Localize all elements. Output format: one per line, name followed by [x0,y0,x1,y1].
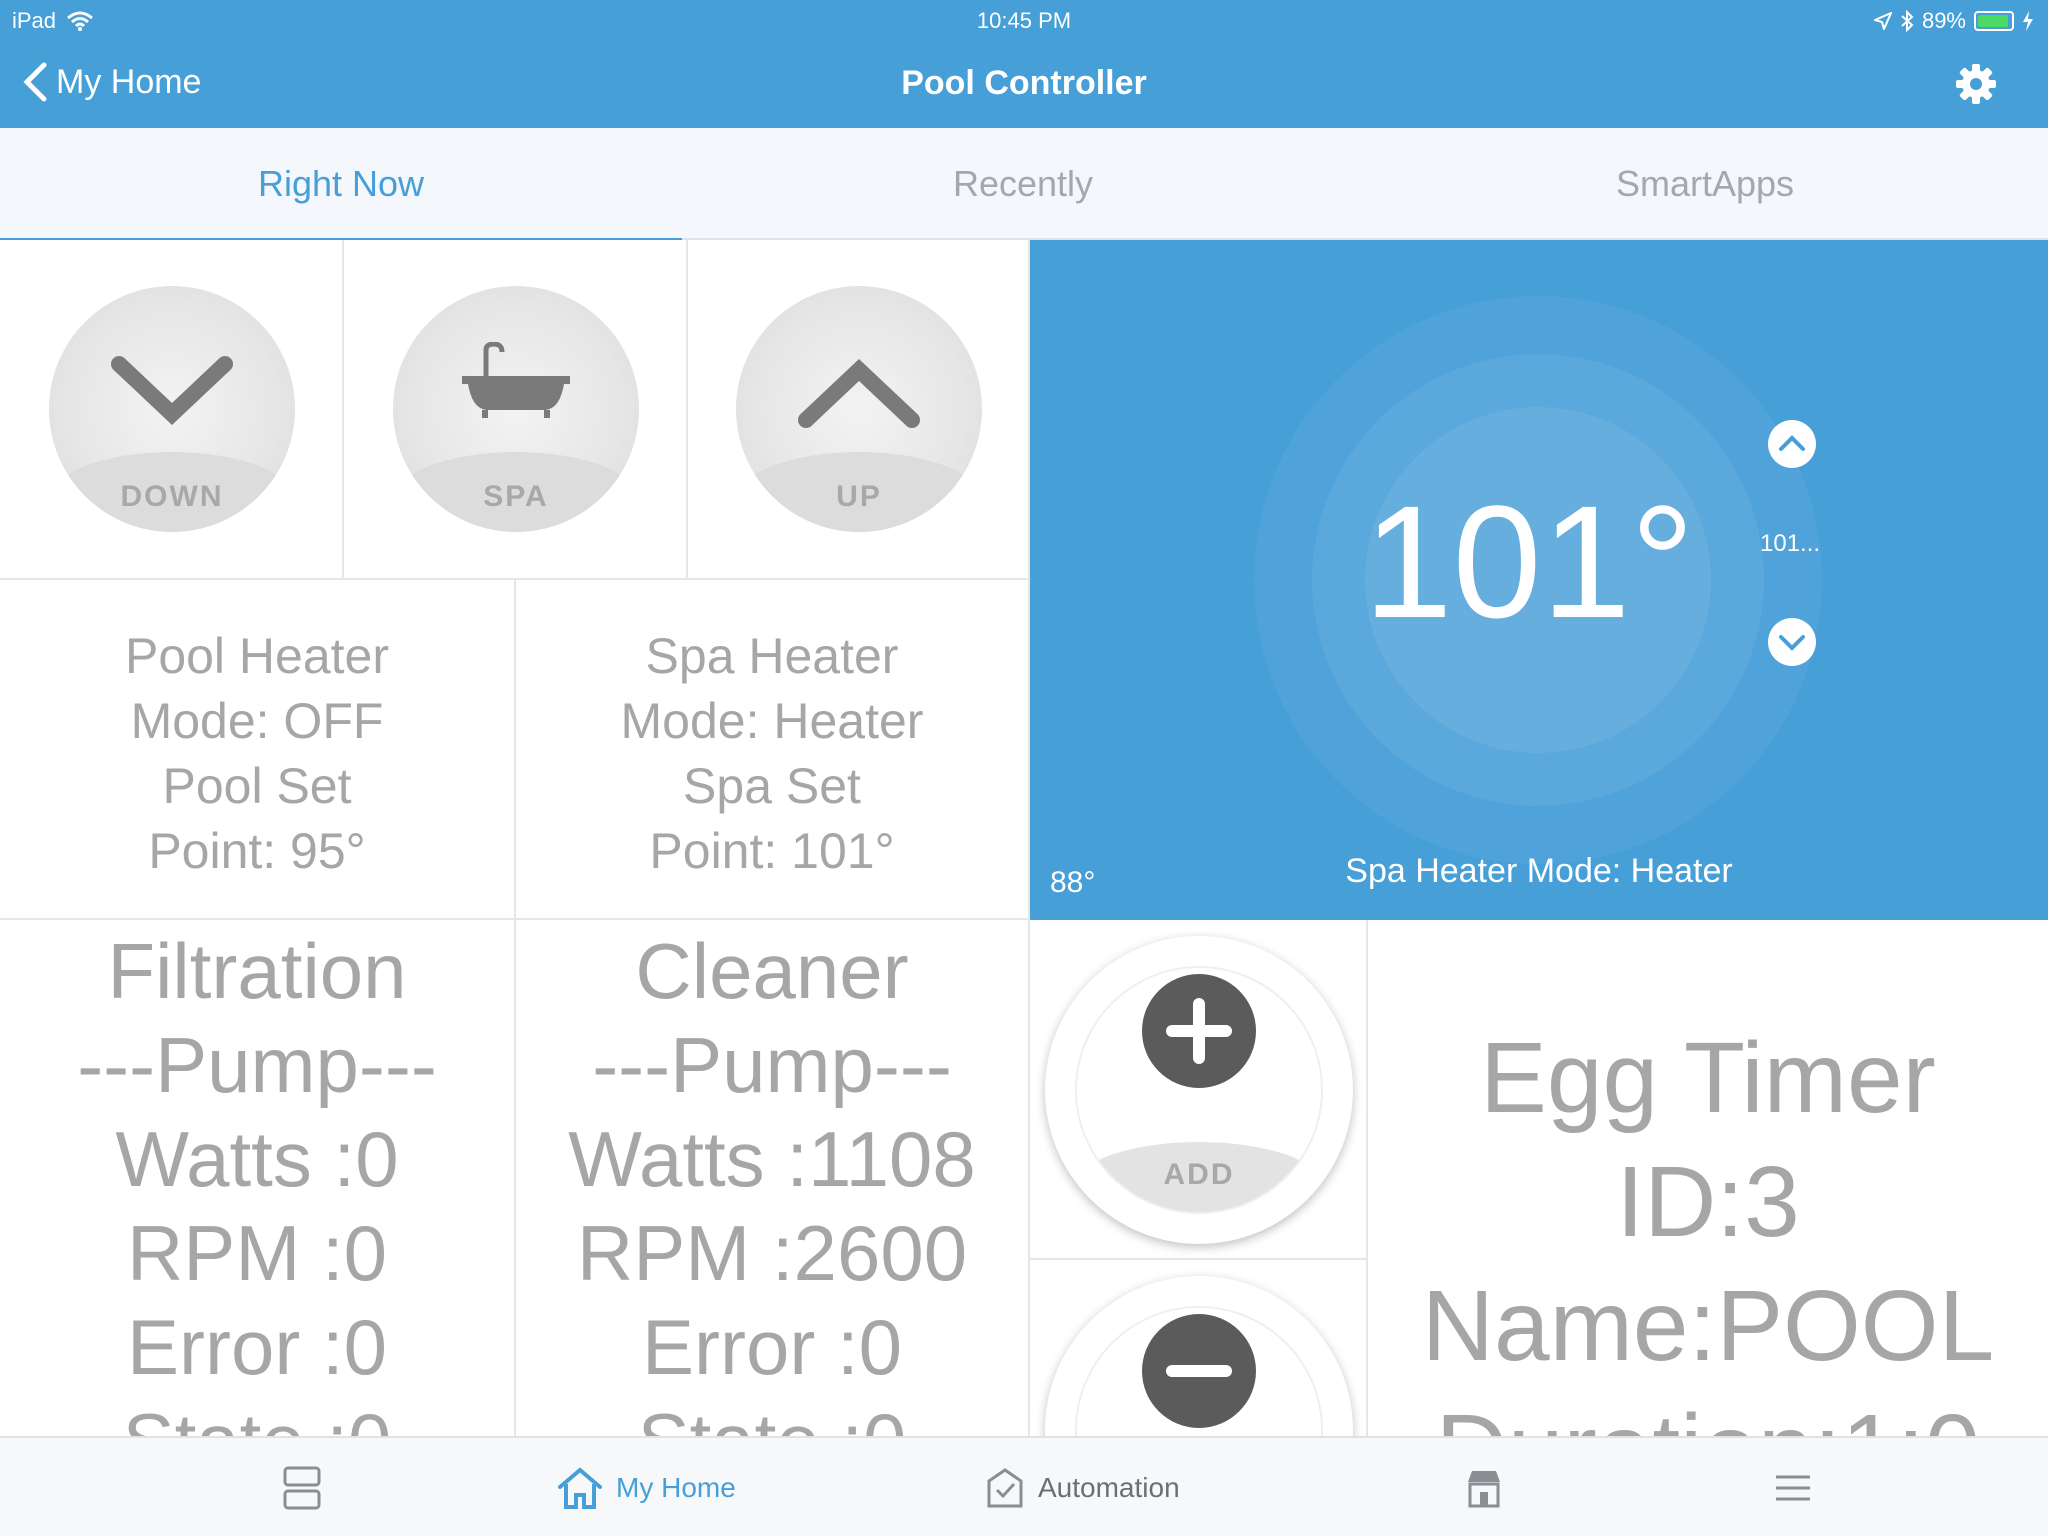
filtration-pump-tile[interactable]: Filtration ---Pump--- Watts :0 RPM :0 Er… [0,920,516,1436]
marketplace-icon [1468,1471,1500,1508]
spa-heater-title: Spa Heater [645,628,899,684]
location-icon [1873,12,1892,30]
filtration-state: State :0 [0,1394,514,1436]
chevron-down-icon [1779,635,1805,651]
tab-label: SmartApps [1615,163,1795,204]
current-temperature: 88° [1050,866,1096,899]
cleaner-pump-tile[interactable]: Cleaner ---Pump--- Watts :1108 RPM :2600… [516,920,1030,1436]
my-home-tab[interactable]: My Home [558,1438,736,1536]
my-home-label: My Home [616,1472,736,1503]
spa-label: SPA [483,480,549,513]
cleaner-error: Error :0 [641,1303,903,1391]
egg-timer-name: Name:POOL [1421,1270,1995,1382]
device-tiles: DOWN SPA UP Pool Heater Mode: OFF Pool S… [0,240,2048,1436]
battery-icon [1974,11,2014,31]
setpoint-value: 101... [1760,530,1821,557]
down-tile: DOWN [0,240,344,580]
menu-tab[interactable] [1774,1438,1812,1536]
filtration-watts: Watts :0 [115,1115,399,1203]
spa-button[interactable]: SPA [393,286,639,532]
page-title: Pool Controller [901,64,1147,102]
add-tile: ADD [1030,920,1368,1260]
spa-heater-tile[interactable]: Spa Heater Mode: Heater Spa Set Point: 1… [516,580,1030,920]
bathtub-icon [462,342,570,418]
down-button[interactable]: DOWN [49,286,295,532]
tab-recently[interactable]: Recently [682,128,1364,240]
filtration-pump-label: ---Pump--- [77,1021,437,1109]
thermostat-tile[interactable]: 101° 101... Spa Heater Mode: Heater 88° [1030,240,2048,920]
pool-set-label: Pool Set [162,758,352,814]
status-time: 10:45 PM [976,8,1072,33]
add-button[interactable]: ADD [1045,936,1353,1244]
navigation-bar: My Home Pool Controller [0,42,2048,128]
setpoint-up-button[interactable] [1768,420,1816,468]
thermostat-temperature: 101° [1363,472,1695,651]
spa-set-label: Spa Set [683,758,861,814]
egg-timer-id: ID:3 [1616,1146,1800,1258]
plus-icon [1142,974,1256,1088]
chevron-up-icon [1779,435,1805,451]
charging-icon [2023,11,2033,31]
menu-icon [1776,1475,1810,1501]
egg-timer-title: Egg Timer [1480,1022,1936,1134]
pool-set-point: Point: 95° [148,823,366,879]
add-label: ADD [1163,1158,1235,1191]
tab-label: Right Now [257,163,425,204]
down-label: DOWN [120,480,224,513]
cleaner-state: State :0 [516,1394,1028,1436]
spa-tile: SPA [344,240,688,580]
home-icon [558,1467,602,1509]
cleaner-title: Cleaner [635,927,909,1015]
minus-icon [1142,1314,1256,1428]
up-button[interactable]: UP [736,286,982,532]
pool-heater-title: Pool Heater [124,628,390,684]
gear-icon[interactable] [1952,60,2000,108]
automation-tab[interactable]: Automation [986,1438,1180,1536]
pool-heater-tile[interactable]: Pool Heater Mode: OFF Pool Set Point: 95… [0,580,516,920]
top-bar: iPad 10:45 PM 89% My Home Pool Controlle… [0,0,2048,128]
filtration-rpm: RPM :0 [126,1209,388,1297]
tab-bar: Right Now Recently SmartApps [0,128,2048,242]
status-bar: iPad 10:45 PM 89% [0,0,2048,42]
up-tile: UP [688,240,1030,580]
tab-smartapps[interactable]: SmartApps [1364,128,2046,240]
up-label: UP [836,480,882,513]
chevron-down-icon [111,356,233,425]
filtration-error: Error :0 [126,1303,388,1391]
remove-tile [1030,1260,1368,1436]
bottom-tab-bar: My Home Automation [0,1436,2048,1536]
battery-percent: 89% [1921,8,1966,33]
marketplace-tab[interactable] [1464,1438,1504,1536]
automation-icon [987,1468,1023,1508]
egg-timer-duration: Duration:1:0 [1368,1388,2048,1436]
bluetooth-icon [1901,10,1914,32]
filtration-title: Filtration [107,927,407,1015]
cleaner-watts: Watts :1108 [568,1115,976,1203]
spa-heater-mode: Mode: Heater [620,693,924,749]
tab-right-now[interactable]: Right Now [0,128,682,242]
setpoint-down-button[interactable] [1768,618,1816,666]
remove-button[interactable] [1045,1276,1353,1436]
chevron-up-icon [798,359,920,428]
cleaner-rpm: RPM :2600 [576,1209,968,1297]
automation-label: Automation [1038,1472,1180,1503]
dashboard-tab[interactable] [282,1438,322,1536]
cleaner-pump-label: ---Pump--- [592,1021,952,1109]
tab-label: Recently [952,163,1094,204]
thermostat-mode: Spa Heater Mode: Heater [1345,852,1733,890]
pool-heater-mode: Mode: OFF [130,693,384,749]
dashboard-icon [283,1466,321,1510]
spa-set-point: Point: 101° [649,823,895,879]
egg-timer-tile[interactable]: Egg Timer ID:3 Name:POOL Duration:1:0 [1368,920,2048,1436]
